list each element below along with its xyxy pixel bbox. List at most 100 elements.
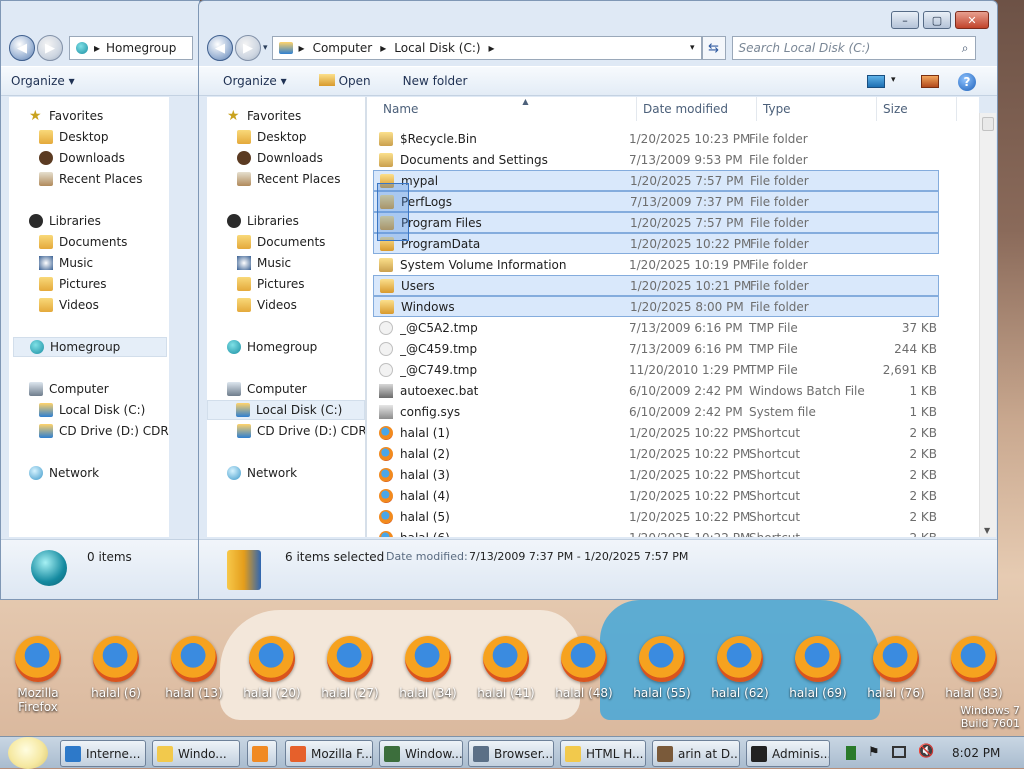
file-row[interactable]: System Volume Information 1/20/2025 10:19… (373, 254, 939, 275)
file-row[interactable]: _@C749.tmp 11/20/2010 1:29 PM TMP File 2,69… (373, 359, 939, 380)
taskbar-button[interactable]: Interne... (60, 740, 146, 767)
tray-volume-muted-icon[interactable]: 🔇 (918, 744, 934, 759)
maximize-button[interactable]: ▢ (923, 11, 951, 29)
search-input[interactable]: Search Local Disk (C:) ⌕ (731, 36, 976, 60)
file-row[interactable]: Windows 1/20/2025 8:00 PM File folder (373, 296, 939, 317)
tray-clock[interactable]: 8:02 PM (952, 746, 1000, 760)
nav-computer[interactable]: Computer (29, 379, 109, 399)
taskbar-button[interactable]: Mozilla F... (285, 740, 373, 767)
desktop-shortcut[interactable]: halal (20) (236, 636, 308, 700)
file-row[interactable]: _@C5A2.tmp 7/13/2009 6:16 PM TMP File 37 KB (373, 317, 939, 338)
taskbar-button[interactable]: HTML H... (560, 740, 646, 767)
nav-libraries[interactable]: Libraries (29, 211, 101, 231)
desktop-shortcut[interactable]: halal (62) (704, 636, 776, 700)
nav-videos[interactable]: Videos (237, 295, 297, 315)
breadcrumb[interactable]: Homegroup (106, 41, 176, 55)
address-dropdown-icon[interactable]: ▾ (690, 43, 695, 53)
navigation-pane[interactable]: ★ Favorites Desktop Downloads Recent Plac… (9, 97, 169, 537)
file-row[interactable]: halal (4) 1/20/2025 10:22 PM Shortcut 2 KB (373, 485, 939, 506)
file-row[interactable]: halal (2) 1/20/2025 10:22 PM Shortcut 2 KB (373, 443, 939, 464)
file-row[interactable]: halal (3) 1/20/2025 10:22 PM Shortcut 2 KB (373, 464, 939, 485)
nav-downloads[interactable]: Downloads (237, 148, 323, 168)
desktop-shortcut[interactable]: halal (48) (548, 636, 620, 700)
nav-local-disk[interactable]: Local Disk (C:) (39, 400, 145, 420)
new-folder-button[interactable]: New folder (393, 74, 478, 88)
file-row[interactable]: config.sys 6/10/2009 2:42 PM System file 1 … (373, 401, 939, 422)
nav-network[interactable]: Network (29, 463, 99, 483)
nav-favorites[interactable]: ★ Favorites (29, 106, 103, 126)
desktop-shortcut[interactable]: halal (6) (80, 636, 152, 700)
address-bar[interactable]: ▸ Computer ▸ Local Disk (C:) ▸ ▾ (271, 36, 702, 60)
breadcrumb-drive[interactable]: Local Disk (C:) (394, 41, 480, 55)
nav-local-disk[interactable]: Local Disk (C:) (207, 400, 365, 420)
tray-flag-icon[interactable]: ⚑ (868, 745, 880, 760)
column-header-name[interactable]: Name ▲ (377, 97, 637, 121)
nav-recent-places[interactable]: Recent Places (39, 169, 142, 189)
taskbar-button[interactable]: Window... (379, 740, 463, 767)
desktop-shortcut[interactable]: halal (41) (470, 636, 542, 700)
file-row[interactable]: halal (6)1/20/2025 10:22 PMShortcut 2 KB (373, 527, 939, 537)
column-header-date[interactable]: Date modified (637, 97, 757, 121)
organize-button[interactable]: Organize ▾ (1, 74, 85, 88)
nav-documents[interactable]: Documents (39, 232, 127, 252)
nav-downloads[interactable]: Downloads (39, 148, 125, 168)
taskbar-button[interactable]: arin at D... (652, 740, 740, 767)
file-row[interactable]: halal (1) 1/20/2025 10:22 PM Shortcut 2 KB (373, 422, 939, 443)
forward-button[interactable]: ▶ (37, 35, 63, 61)
nav-libraries[interactable]: Libraries (227, 211, 299, 231)
nav-favorites[interactable]: ★ Favorites (227, 106, 301, 126)
nav-cd-drive[interactable]: CD Drive (D:) CDROM (237, 421, 365, 441)
file-row[interactable]: ProgramData 1/20/2025 10:22 PM File folder (373, 233, 939, 254)
nav-music[interactable]: Music (39, 253, 93, 273)
open-button[interactable]: Open (309, 74, 381, 88)
taskbar-button[interactable]: Browser... (468, 740, 554, 767)
taskbar-button[interactable]: Adminis... (746, 740, 830, 767)
nav-music[interactable]: Music (237, 253, 291, 273)
nav-documents[interactable]: Documents (237, 232, 325, 252)
column-header-type[interactable]: Type (757, 97, 877, 121)
nav-cd-drive[interactable]: CD Drive (D:) CDROM (39, 421, 169, 441)
preview-pane-icon[interactable] (921, 75, 939, 88)
file-row[interactable]: $Recycle.Bin 1/20/2025 10:23 PM File folde… (373, 128, 939, 149)
column-header-size[interactable]: Size (877, 97, 957, 121)
back-button[interactable]: ◀ (9, 35, 35, 61)
desktop-shortcut[interactable]: halal (83) (938, 636, 1010, 700)
desktop-shortcut[interactable]: halal (34) (392, 636, 464, 700)
vertical-scrollbar[interactable]: ▼ (979, 113, 996, 537)
file-row[interactable]: Program Files 1/20/2025 7:57 PM File folde… (373, 212, 939, 233)
start-button[interactable] (8, 737, 48, 769)
organize-button[interactable]: Organize ▾ (199, 74, 297, 88)
nav-homegroup[interactable]: Homegroup (227, 337, 317, 357)
desktop-shortcut[interactable]: halal (76) (860, 636, 932, 700)
nav-computer[interactable]: Computer (227, 379, 307, 399)
explorer-window-main[interactable]: – ▢ ✕ ◀ ▶ ▾ ▸ Computer ▸ Local Disk (C:)… (198, 0, 998, 600)
nav-desktop[interactable]: Desktop (237, 127, 307, 147)
file-row[interactable]: Documents and Settings 7/13/2009 9:53 PM F… (373, 149, 939, 170)
file-row[interactable]: halal (5) 1/20/2025 10:22 PM Shortcut 2 KB (373, 506, 939, 527)
file-row[interactable]: PerfLogs 7/13/2009 7:37 PM File folder (373, 191, 939, 212)
nav-pictures[interactable]: Pictures (39, 274, 107, 294)
tray-monitor-icon[interactable] (892, 746, 906, 758)
address-bar[interactable]: ▸ Homegroup (69, 36, 193, 60)
minimize-button[interactable]: – (891, 11, 919, 29)
forward-button[interactable]: ▶ (235, 35, 261, 61)
nav-homegroup[interactable]: Homegroup (13, 337, 167, 357)
navigation-pane[interactable]: ★ Favorites Desktop Downloads Recent Plac… (207, 97, 365, 537)
taskbar-button[interactable]: Windo... (152, 740, 240, 767)
breadcrumb-computer[interactable]: Computer (313, 41, 373, 55)
recent-pages-dropdown-icon[interactable]: ▾ (263, 43, 268, 53)
close-button[interactable]: ✕ (955, 11, 989, 29)
scrollbar-thumb[interactable] (982, 117, 994, 131)
back-button[interactable]: ◀ (207, 35, 233, 61)
file-list[interactable]: Name ▲ Date modified Type Size $Recycle.B… (367, 97, 979, 537)
desktop-shortcut[interactable]: halal (13) (158, 636, 230, 700)
explorer-window-back[interactable]: ◀ ▶ ▸ Homegroup Organize ▾ ★ Favorites De… (0, 0, 200, 600)
desktop-shortcut[interactable]: Mozilla Firefox (2, 636, 74, 714)
nav-videos[interactable]: Videos (39, 295, 99, 315)
view-options-icon[interactable] (867, 75, 885, 88)
file-row[interactable]: Users 1/20/2025 10:21 PM File folder (373, 275, 939, 296)
file-row[interactable]: _@C459.tmp 7/13/2009 6:16 PM TMP File 244 K… (373, 338, 939, 359)
desktop-shortcut[interactable]: halal (69) (782, 636, 854, 700)
refresh-button[interactable]: ⇆ (701, 36, 726, 60)
file-row[interactable]: mypal 1/20/2025 7:57 PM File folder (373, 170, 939, 191)
